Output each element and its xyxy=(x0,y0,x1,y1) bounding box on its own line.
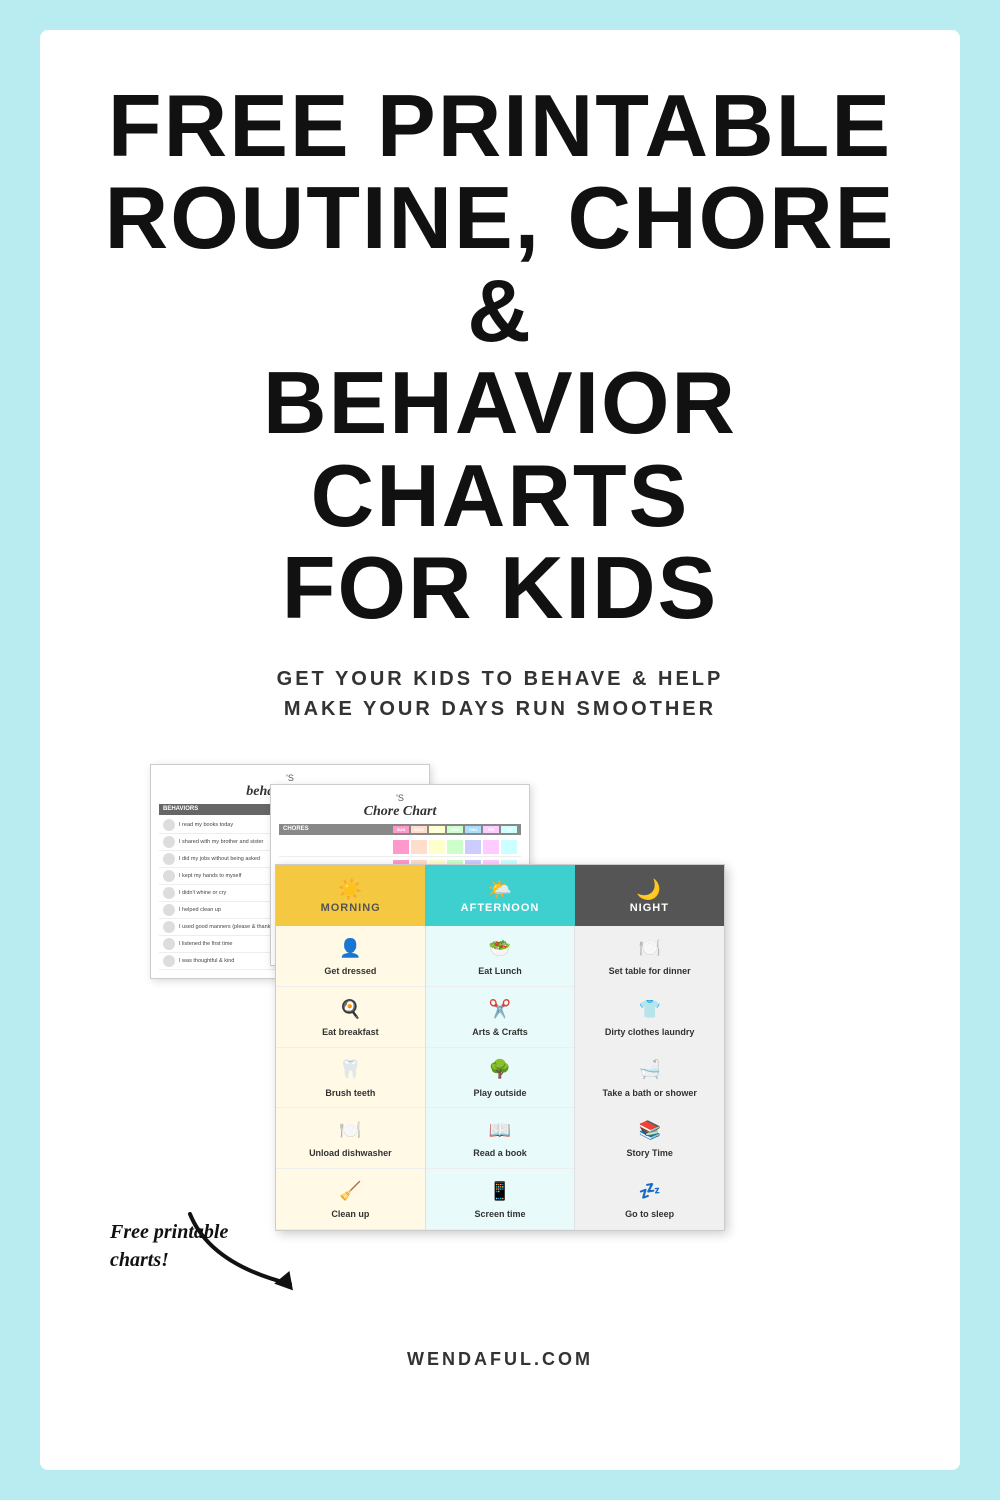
routine-item-text: Eat breakfast xyxy=(322,1027,379,1039)
behavior-row-icon xyxy=(163,938,175,950)
routine-item: 🌳 Play outside xyxy=(426,1048,575,1109)
morning-header: ☀️ MORNING xyxy=(276,865,425,926)
chore-cell xyxy=(465,840,481,854)
routine-item-icon: 🦷 xyxy=(336,1056,364,1084)
routine-item: 🍳 Eat breakfast xyxy=(276,987,425,1048)
routine-item-icon: 🍽️ xyxy=(636,934,664,962)
behavior-row-icon xyxy=(163,887,175,899)
routine-body: 👤 Get dressed 🍳 Eat breakfast 🦷 Brush teeth 🍽️… xyxy=(276,926,724,1229)
routine-morning-col: 👤 Get dressed 🍳 Eat breakfast 🦷 Brush teeth 🍽️… xyxy=(276,926,426,1229)
routine-item: 💤 Go to sleep xyxy=(575,1169,724,1230)
routine-item-icon: 📖 xyxy=(486,1116,514,1144)
behavior-row-icon xyxy=(163,836,175,848)
night-icon: 🌙 xyxy=(583,877,716,902)
behavior-row-icon xyxy=(163,955,175,967)
chore-chart-name: 'S xyxy=(279,793,521,803)
afternoon-header: 🌤️ AFTERNOON xyxy=(425,865,574,926)
routine-item: 📖 Read a book xyxy=(426,1108,575,1169)
chore-cell xyxy=(501,840,517,854)
page-container: FREE PRINTABLE ROUTINE, CHORE & BEHAVIOR… xyxy=(40,30,960,1470)
routine-item-text: Read a book xyxy=(473,1148,527,1160)
chore-cell xyxy=(411,840,427,854)
chore-cell xyxy=(429,840,445,854)
routine-item-icon: ✂️ xyxy=(486,995,514,1023)
routine-item-icon: 👤 xyxy=(336,934,364,962)
routine-item-text: Arts & Crafts xyxy=(472,1027,528,1039)
routine-item: 👕 Dirty clothes laundry xyxy=(575,987,724,1048)
behavior-row-icon xyxy=(163,904,175,916)
routine-item-icon: 🍳 xyxy=(336,995,364,1023)
routine-item-icon: 📱 xyxy=(486,1177,514,1205)
routine-item: 🍽️ Set table for dinner xyxy=(575,926,724,987)
routine-afternoon-col: 🥗 Eat Lunch ✂️ Arts & Crafts 🌳 Play outside 📖 R… xyxy=(426,926,576,1229)
routine-item-icon: 🥗 xyxy=(486,934,514,962)
behavior-row-icon xyxy=(163,853,175,865)
routine-item-text: Set table for dinner xyxy=(609,966,691,978)
chart-preview-section: 'S behavior Chart BEHAVIORS SUN MON TUE … xyxy=(100,764,900,1324)
main-title: FREE PRINTABLE ROUTINE, CHORE & BEHAVIOR… xyxy=(100,80,900,634)
routine-item-text: Unload dishwasher xyxy=(309,1148,392,1160)
routine-item-icon: 📚 xyxy=(636,1116,664,1144)
chore-chart-header: CHORES SUN MON TUE WED THU FRI SAT xyxy=(279,824,521,835)
routine-item-text: Dirty clothes laundry xyxy=(605,1027,695,1039)
routine-item: 🥗 Eat Lunch xyxy=(426,926,575,987)
chore-cell xyxy=(447,840,463,854)
routine-item-icon: 🌳 xyxy=(486,1056,514,1084)
subtitle: GET YOUR KIDS TO BEHAVE & HELPMAKE YOUR … xyxy=(277,664,724,724)
chore-chart-title: Chore Chart xyxy=(279,804,521,820)
behavior-chart-name: 'S xyxy=(159,773,421,783)
routine-item-icon: 🍽️ xyxy=(336,1116,364,1144)
routine-item: 👤 Get dressed xyxy=(276,926,425,987)
routine-item-text: Eat Lunch xyxy=(478,966,522,978)
routine-item-text: Take a bath or shower xyxy=(603,1088,697,1100)
chore-cell xyxy=(393,840,409,854)
routine-item-text: Clean up xyxy=(331,1209,369,1221)
routine-item-text: Screen time xyxy=(474,1209,525,1221)
night-header: 🌙 NIGHT xyxy=(575,865,724,926)
routine-item: 🦷 Brush teeth xyxy=(276,1048,425,1109)
routine-item-icon: 💤 xyxy=(636,1177,664,1205)
chore-row-cells xyxy=(393,840,517,854)
routine-item-text: Story Time xyxy=(627,1148,673,1160)
routine-item-text: Brush teeth xyxy=(325,1088,375,1100)
website-footer: WENDAFUL.COM xyxy=(100,1334,900,1385)
arrow-icon xyxy=(180,1204,310,1304)
routine-night-col: 🍽️ Set table for dinner 👕 Dirty clothes lau… xyxy=(575,926,724,1229)
routine-item: 📱 Screen time xyxy=(426,1169,575,1230)
behavior-row-icon xyxy=(163,921,175,933)
behavior-row-icon xyxy=(163,870,175,882)
routine-item-icon: 👕 xyxy=(636,995,664,1023)
afternoon-icon: 🌤️ xyxy=(433,877,566,902)
morning-icon: ☀️ xyxy=(284,877,417,902)
routine-item: 📚 Story Time xyxy=(575,1108,724,1169)
routine-header: ☀️ MORNING 🌤️ AFTERNOON 🌙 NIGHT xyxy=(276,865,724,926)
routine-item: 🛁 Take a bath or shower xyxy=(575,1048,724,1109)
chore-row xyxy=(279,837,521,857)
routine-item: 🍽️ Unload dishwasher xyxy=(276,1108,425,1169)
routine-item-text: Get dressed xyxy=(324,966,376,978)
routine-item-text: Play outside xyxy=(474,1088,527,1100)
chore-chart-days: SUN MON TUE WED THU FRI SAT xyxy=(393,826,517,833)
routine-item-text: Go to sleep xyxy=(625,1209,674,1221)
routine-chart-preview: ☀️ MORNING 🌤️ AFTERNOON 🌙 NIGHT 👤 Get dre… xyxy=(275,864,725,1230)
behavior-row-icon xyxy=(163,819,175,831)
routine-item-icon: 🧹 xyxy=(336,1177,364,1205)
routine-item: ✂️ Arts & Crafts xyxy=(426,987,575,1048)
routine-item-icon: 🛁 xyxy=(636,1056,664,1084)
chore-cell xyxy=(483,840,499,854)
